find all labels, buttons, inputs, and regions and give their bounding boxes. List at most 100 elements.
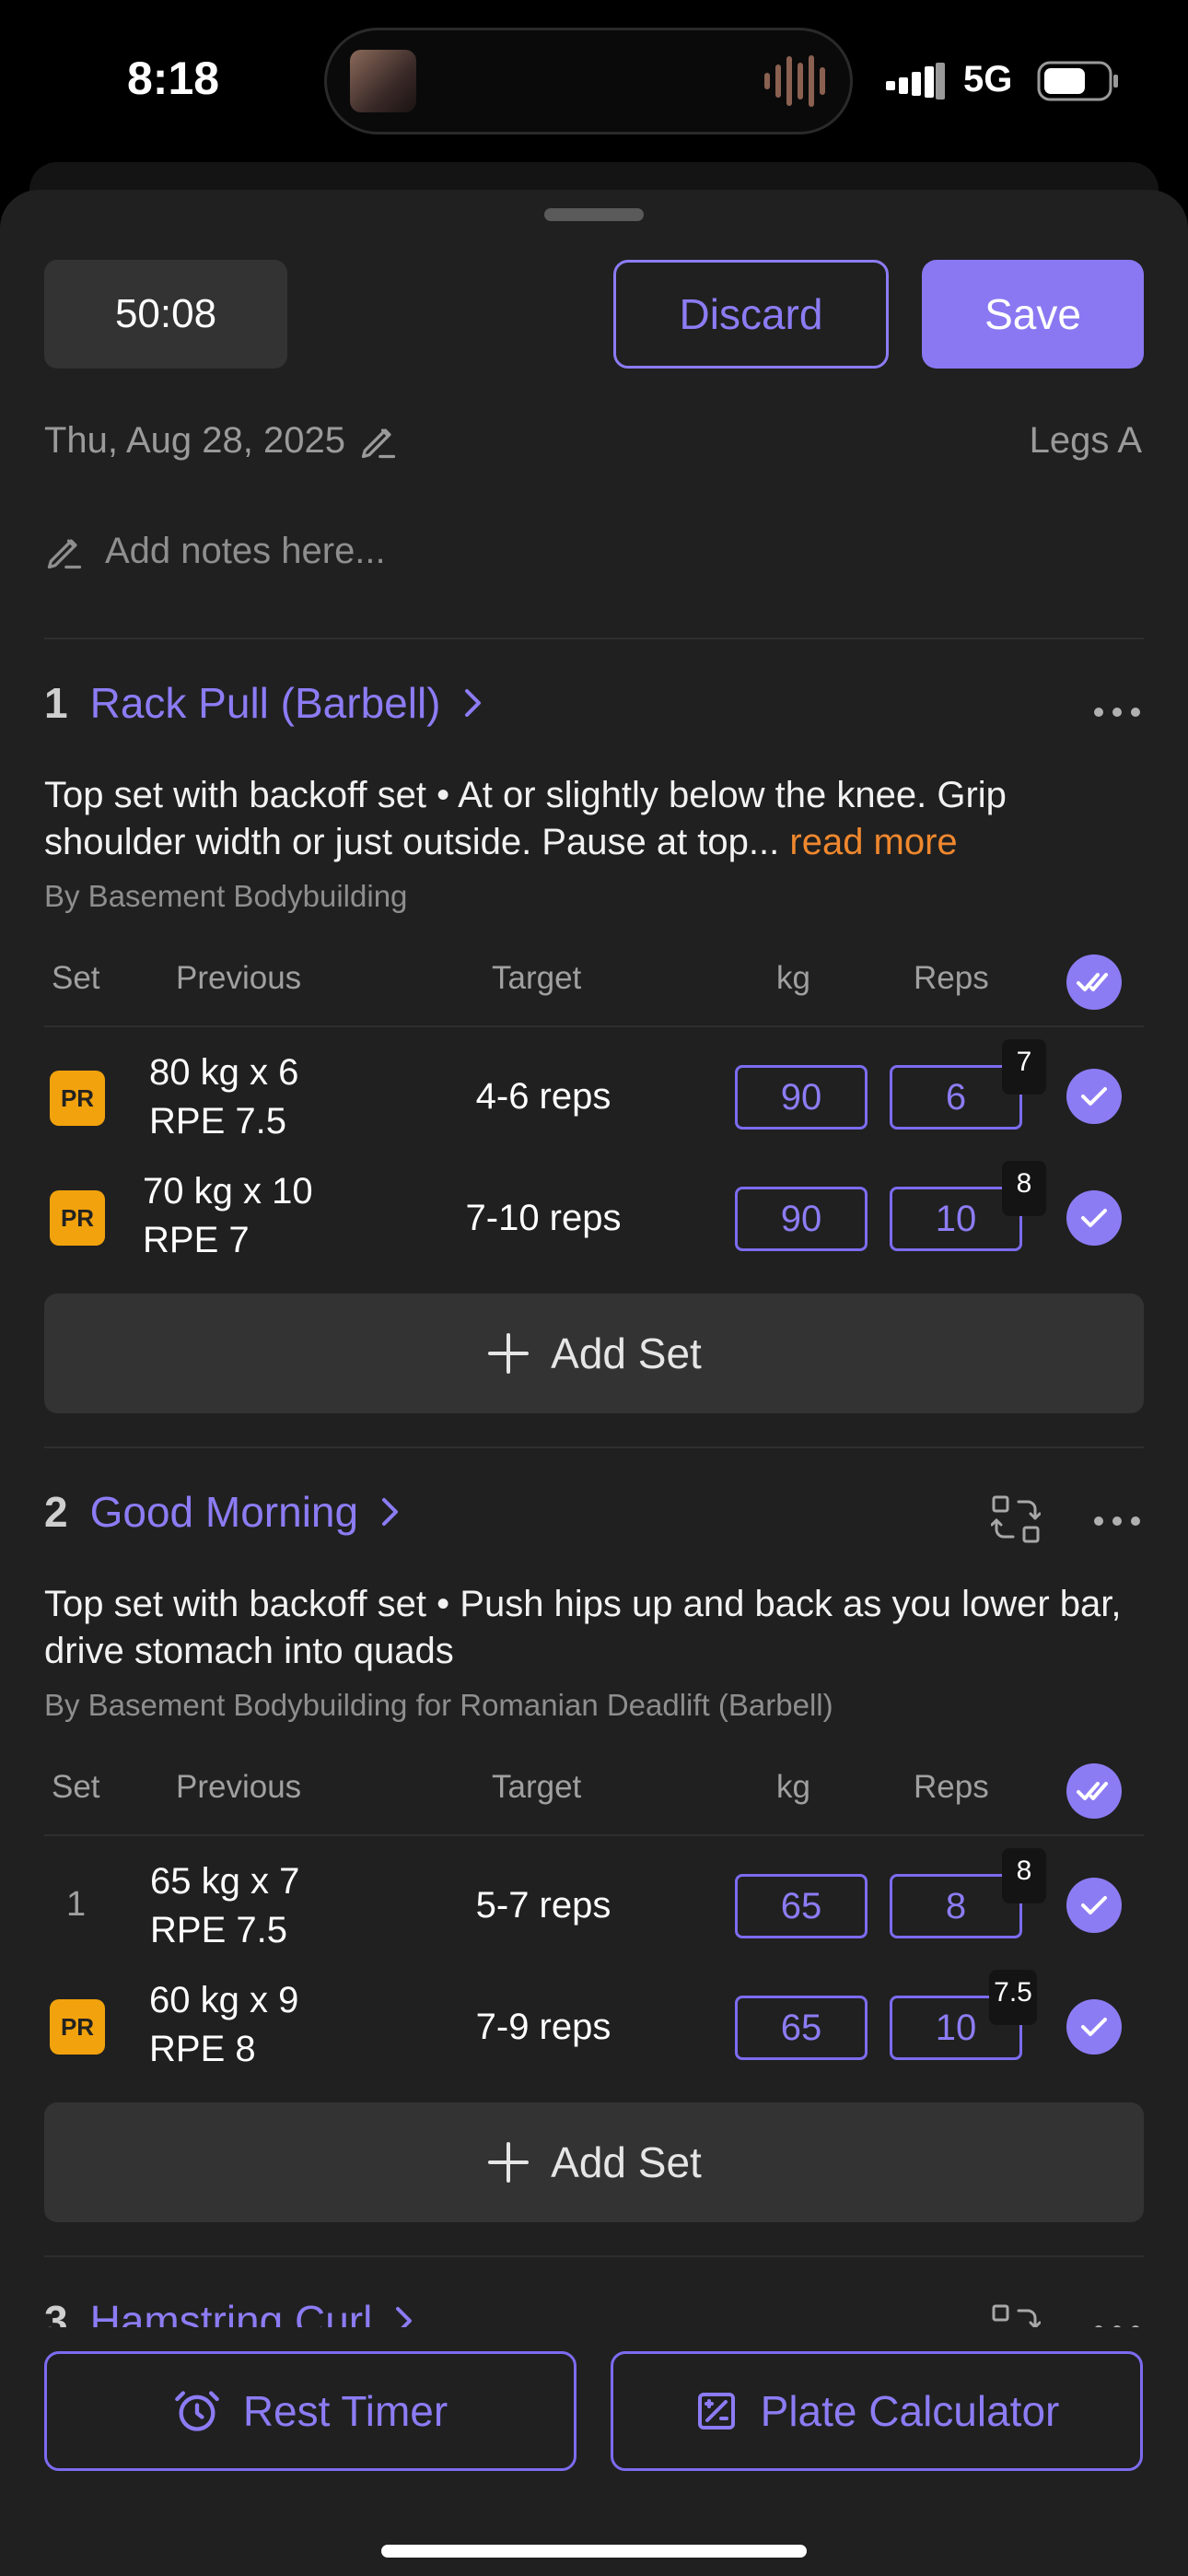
pr-badge[interactable]: PR xyxy=(50,1999,105,2055)
rest-timer-button[interactable]: Rest Timer xyxy=(44,2351,577,2471)
notes-field[interactable]: Add notes here... xyxy=(44,531,386,572)
previous-rpe: RPE 7.5 xyxy=(150,1910,287,1950)
cellular-signal-icon xyxy=(886,63,945,100)
target-reps: 4-6 reps xyxy=(475,1076,611,1117)
add-set-button[interactable]: Add Set xyxy=(44,1294,1144,1413)
date-text: Thu, Aug 28, 2025 xyxy=(44,420,345,461)
complete-all-button[interactable] xyxy=(1066,1763,1122,1819)
plate-calculator-button[interactable]: Plate Calculator xyxy=(611,2351,1143,2471)
discard-button[interactable]: Discard xyxy=(613,260,889,369)
previous-value[interactable]: 80 kg x 6 RPE 7.5 xyxy=(149,1048,298,1146)
col-reps: Reps xyxy=(914,1769,989,1805)
routine-name: Legs A xyxy=(1029,420,1142,461)
target-reps: 5-7 reps xyxy=(475,1885,611,1926)
check-icon xyxy=(1081,1087,1107,1106)
kg-input[interactable]: 90 xyxy=(735,1065,868,1130)
status-time: 8:18 xyxy=(127,53,220,104)
previous-rpe: RPE 7.5 xyxy=(149,1101,286,1142)
exercise-header[interactable]: 1 Rack Pull (Barbell) xyxy=(44,678,483,728)
previous-value[interactable]: 65 kg x 7 RPE 7.5 xyxy=(150,1857,299,1955)
network-type: 5G xyxy=(963,59,1013,100)
swap-exercise-icon[interactable] xyxy=(991,1494,1041,1544)
read-more-link[interactable]: read more xyxy=(789,822,957,862)
col-kg: kg xyxy=(776,960,810,996)
previous-weight-reps: 65 kg x 7 xyxy=(150,1861,300,1902)
pr-badge[interactable]: PR xyxy=(50,1190,105,1246)
exercise-header[interactable]: 2 Good Morning xyxy=(44,1487,401,1537)
workout-sheet: 50:08 Discard Save Thu, Aug 28, 2025 Leg… xyxy=(0,190,1188,2576)
exercise-author: By Basement Bodybuilding xyxy=(44,879,408,913)
rest-timer-label: Rest Timer xyxy=(242,2387,448,2435)
alarm-clock-icon xyxy=(174,2391,219,2431)
exercise-name[interactable]: Good Morning xyxy=(90,1487,359,1537)
table-divider xyxy=(44,1025,1144,1027)
home-indicator[interactable] xyxy=(381,2545,807,2558)
notes-placeholder: Add notes here... xyxy=(105,531,386,571)
col-previous: Previous xyxy=(176,1769,302,1805)
status-bar: 8:18 5G xyxy=(0,0,1188,157)
col-reps: Reps xyxy=(914,960,989,996)
divider xyxy=(44,2255,1144,2257)
previous-weight-reps: 60 kg x 9 xyxy=(149,1980,299,2020)
workout-timer[interactable]: 50:08 xyxy=(44,260,287,369)
exercise-name[interactable]: Rack Pull (Barbell) xyxy=(90,678,441,728)
previous-value[interactable]: 60 kg x 9 RPE 8 xyxy=(149,1976,298,2074)
kg-input[interactable]: 65 xyxy=(735,1874,868,1938)
target-reps: 7-10 reps xyxy=(465,1198,622,1238)
edit-pencil-icon[interactable] xyxy=(358,421,399,462)
col-set: Set xyxy=(52,1769,100,1805)
chevron-right-icon xyxy=(382,1498,399,1526)
col-set: Set xyxy=(52,960,100,996)
set-row: PR 80 kg x 6 RPE 7.5 4-6 reps 90 6 7 xyxy=(0,1039,1188,1146)
set-row: PR 70 kg x 10 RPE 7 7-10 reps 90 10 8 xyxy=(0,1161,1188,1268)
rpe-badge[interactable]: 7.5 xyxy=(989,1970,1037,2025)
now-playing-artwork[interactable] xyxy=(350,50,416,112)
col-kg: kg xyxy=(776,1769,810,1805)
plus-icon xyxy=(488,2142,530,2183)
exercise-description: Top set with backoff set • Push hips up … xyxy=(44,1581,1149,1675)
col-target: Target xyxy=(492,960,582,996)
save-button[interactable]: Save xyxy=(922,260,1144,369)
previous-rpe: RPE 8 xyxy=(149,2029,256,2069)
divider xyxy=(44,1446,1144,1448)
double-check-icon xyxy=(1077,1782,1108,1800)
sets-table-header: Set Previous Target kg Reps xyxy=(0,951,1188,1006)
plate-calculator-label: Plate Calculator xyxy=(760,2387,1060,2435)
double-check-icon xyxy=(1077,973,1108,991)
exercise-number: 2 xyxy=(44,1488,68,1536)
more-options-icon[interactable] xyxy=(1094,1516,1140,1526)
complete-set-button[interactable] xyxy=(1066,1878,1122,1933)
add-set-label: Add Set xyxy=(551,2138,702,2186)
previous-value[interactable]: 70 kg x 10 RPE 7 xyxy=(143,1167,313,1265)
notes-pencil-icon xyxy=(47,538,82,568)
rpe-badge[interactable]: 8 xyxy=(1002,1161,1046,1216)
complete-set-button[interactable] xyxy=(1066,1999,1122,2055)
target-reps: 7-9 reps xyxy=(475,2007,611,2047)
kg-input[interactable]: 90 xyxy=(735,1187,868,1251)
exercise-description: Top set with backoff set • At or slightl… xyxy=(44,772,1149,866)
rpe-badge[interactable]: 8 xyxy=(1002,1848,1046,1903)
exercise-author: By Basement Bodybuilding for Romanian De… xyxy=(44,1688,833,1722)
complete-set-button[interactable] xyxy=(1066,1190,1122,1246)
sets-table-header: Set Previous Target kg Reps xyxy=(0,1760,1188,1815)
description-text: Top set with backoff set • Push hips up … xyxy=(44,1584,1122,1671)
workout-date[interactable]: Thu, Aug 28, 2025 xyxy=(44,420,399,462)
col-previous: Previous xyxy=(176,960,302,996)
plus-icon xyxy=(488,1333,530,1374)
audio-waveform-icon xyxy=(764,53,825,109)
battery-icon xyxy=(1037,61,1118,101)
rpe-badge[interactable]: 7 xyxy=(1002,1039,1046,1095)
set-number[interactable]: 1 xyxy=(66,1885,86,1925)
chevron-right-icon xyxy=(464,689,481,717)
kg-input[interactable]: 65 xyxy=(735,1996,868,2060)
add-set-button[interactable]: Add Set xyxy=(44,2102,1144,2222)
previous-weight-reps: 70 kg x 10 xyxy=(143,1171,313,1212)
pr-badge[interactable]: PR xyxy=(50,1071,105,1126)
complete-all-button[interactable] xyxy=(1066,954,1122,1010)
sheet-grabber[interactable] xyxy=(544,208,644,221)
complete-set-button[interactable] xyxy=(1066,1069,1122,1124)
divider xyxy=(44,638,1144,639)
more-options-icon[interactable] xyxy=(1094,708,1140,717)
table-divider xyxy=(44,1834,1144,1836)
exercise-number: 1 xyxy=(44,679,68,727)
